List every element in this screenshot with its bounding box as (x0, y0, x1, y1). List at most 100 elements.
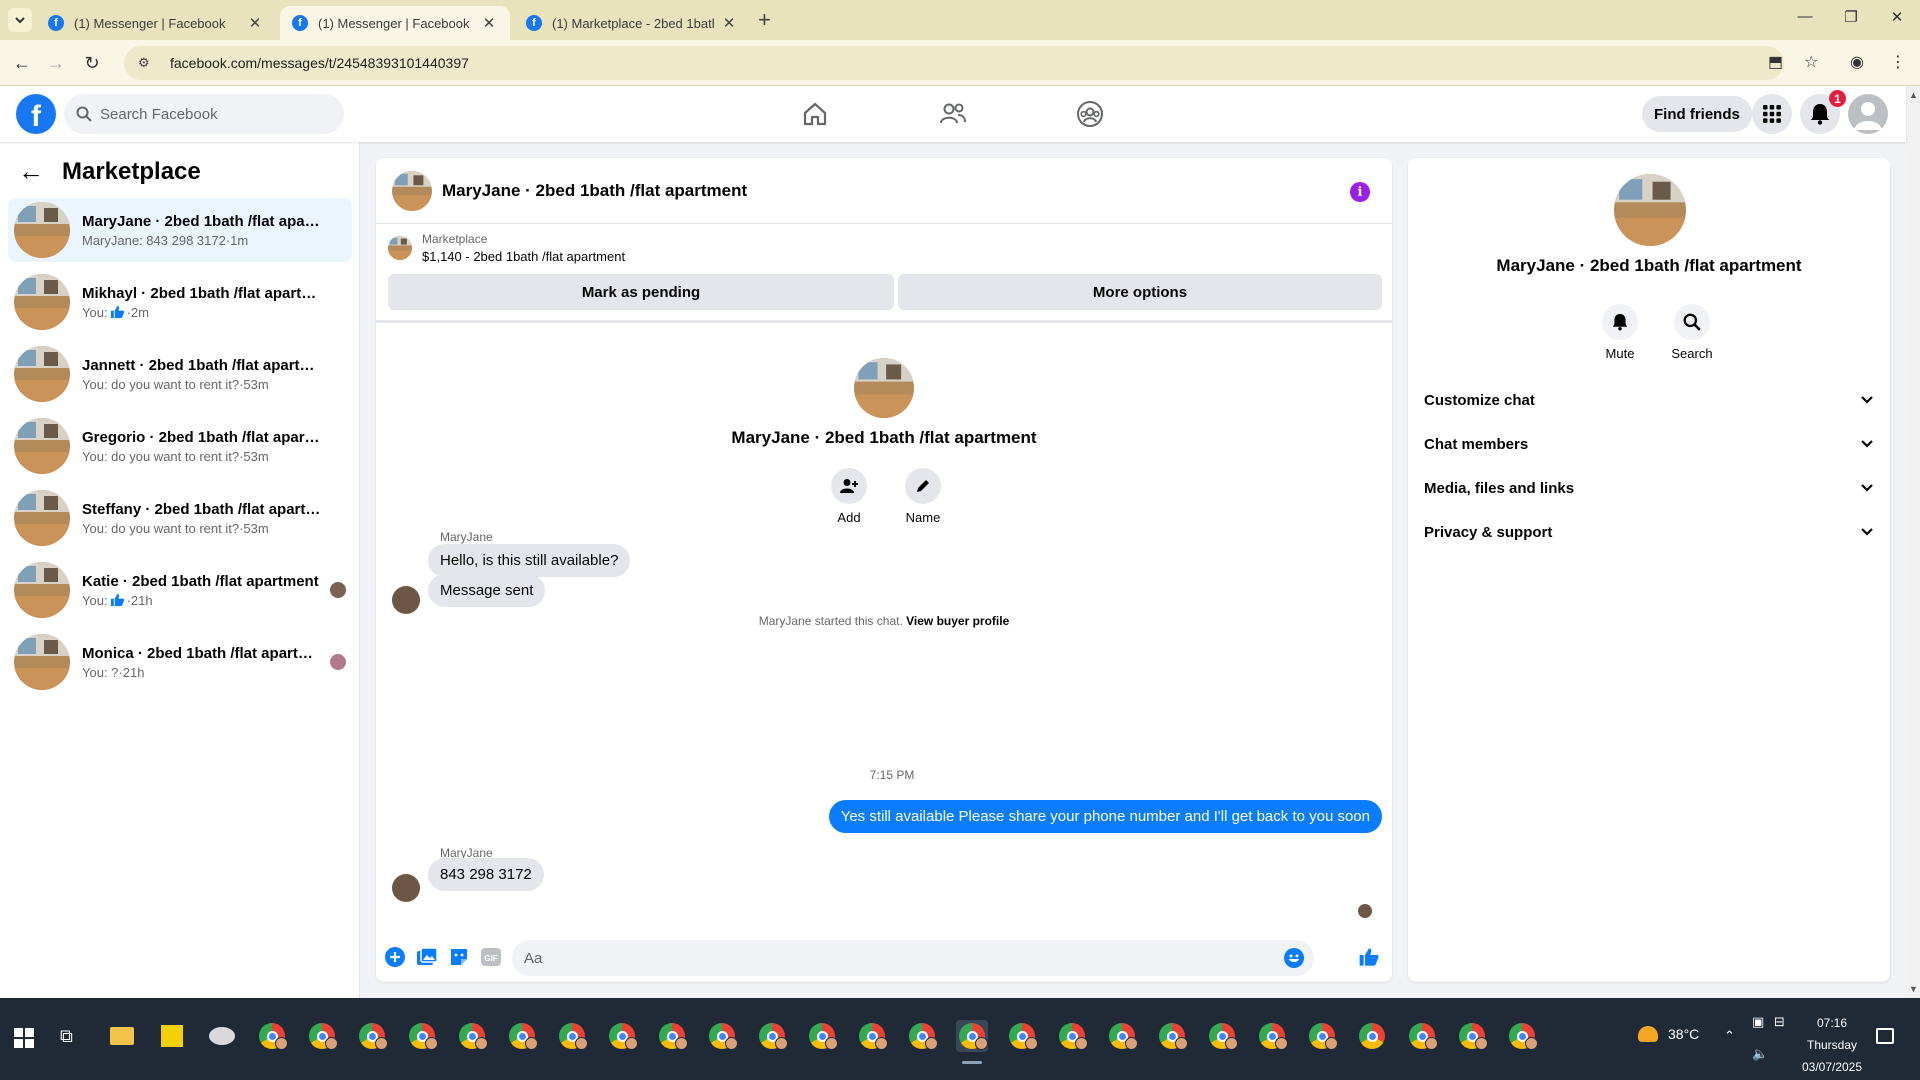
account-avatar[interactable] (1848, 94, 1888, 134)
name-chat-button[interactable]: Name (904, 468, 942, 525)
incoming-message[interactable]: Message sent (428, 574, 546, 607)
profile-icon[interactable]: ◉ (1850, 52, 1864, 72)
chrome-profile-icon[interactable] (1406, 1020, 1438, 1052)
chrome-profile-icon[interactable] (1506, 1020, 1538, 1052)
send-like-button[interactable] (1358, 946, 1380, 968)
file-explorer-icon[interactable] (106, 1020, 138, 1052)
groups-nav-button[interactable] (1070, 94, 1110, 134)
message-input-wrapper[interactable] (512, 940, 1314, 976)
add-people-button[interactable]: Add (830, 468, 868, 525)
reload-button[interactable]: ↻ (78, 49, 106, 77)
sender-avatar[interactable] (392, 586, 420, 614)
chrome-profile-icon[interactable] (256, 1020, 288, 1052)
incoming-message[interactable]: 843 298 3172 (428, 858, 544, 891)
chrome-profile-icon[interactable] (906, 1020, 938, 1052)
notification-center-icon[interactable] (1876, 1028, 1894, 1044)
menu-button[interactable] (1752, 94, 1792, 134)
close-tab-icon[interactable]: ✕ (480, 14, 498, 32)
back-arrow-icon[interactable]: ← (18, 156, 44, 187)
browser-tab-3[interactable]: f (1) Marketplace - 2bed 1bath /f ✕ (514, 6, 750, 40)
chrome-profile-icon[interactable] (1256, 1020, 1288, 1052)
chrome-profile-icon[interactable] (706, 1020, 738, 1052)
chrome-profile-icon[interactable] (1306, 1020, 1338, 1052)
back-button[interactable]: ← (8, 49, 36, 77)
volume-icon[interactable]: 🔈 (1752, 1046, 1768, 1062)
outgoing-message[interactable]: Yes still available Please share your ph… (828, 800, 1382, 833)
weather-widget[interactable]: 38°C (1638, 1026, 1699, 1042)
chrome-profile-icon-active[interactable] (956, 1020, 988, 1064)
find-friends-button[interactable]: Find friends (1642, 96, 1752, 132)
minimize-button[interactable]: — (1782, 8, 1828, 25)
facebook-search[interactable] (64, 94, 344, 134)
message-input[interactable] (524, 949, 1264, 967)
forward-button[interactable]: → (42, 49, 70, 77)
gif-button[interactable]: GIF (480, 946, 502, 968)
chrome-profile-icon[interactable] (806, 1020, 838, 1052)
emoji-icon[interactable] (1284, 948, 1304, 968)
system-clock[interactable]: 07:16 Thursday 03/07/2025 (1796, 1012, 1868, 1078)
view-buyer-profile-link[interactable]: View buyer profile (906, 614, 1009, 628)
more-actions-button[interactable] (384, 946, 406, 968)
more-options-button[interactable]: More options (898, 274, 1382, 310)
chrome-profile-icon[interactable] (1156, 1020, 1188, 1052)
search-input[interactable] (100, 105, 320, 123)
start-button[interactable] (14, 1028, 34, 1048)
conversation-item[interactable]: Gregorio · 2bed 1bath /flat apartment Yo… (8, 414, 352, 478)
app-icon[interactable] (206, 1020, 238, 1052)
attach-photo-button[interactable] (416, 946, 438, 968)
new-tab-button[interactable]: + (758, 7, 771, 33)
chrome-profile-icon[interactable] (656, 1020, 688, 1052)
tab-search-button[interactable] (8, 8, 32, 32)
mute-button[interactable]: Mute (1590, 304, 1650, 361)
listing-summary[interactable]: Marketplace $1,140 - 2bed 1bath /flat ap… (388, 232, 625, 264)
chrome-profile-icon[interactable] (406, 1020, 438, 1052)
show-hidden-icons-chevron-icon[interactable]: ⌃ (1724, 1028, 1735, 1044)
conversation-item[interactable]: Mikhayl · 2bed 1bath /flat apartment You… (8, 270, 352, 334)
media-files-links-section[interactable]: Media, files and links (1424, 466, 1874, 510)
install-app-icon[interactable]: ⬒ (1768, 52, 1783, 72)
chrome-profile-icon[interactable] (756, 1020, 788, 1052)
customize-chat-section[interactable]: Customize chat (1424, 378, 1874, 422)
sticker-button[interactable] (448, 946, 470, 968)
chrome-profile-icon[interactable] (606, 1020, 638, 1052)
chat-members-section[interactable]: Chat members (1424, 422, 1874, 466)
search-in-chat-button[interactable]: Search (1662, 304, 1722, 361)
browser-tab-1[interactable]: f (1) Messenger | Facebook ✕ (36, 6, 276, 40)
scroll-down-arrow-icon[interactable]: ▼ (1909, 984, 1918, 994)
chrome-profile-icon[interactable] (356, 1020, 388, 1052)
task-view-icon[interactable]: ⧉ (60, 1026, 84, 1050)
address-bar[interactable]: ⚙ facebook.com/messages/t/24548393101440… (124, 46, 1784, 80)
site-info-icon[interactable]: ⚙ (138, 55, 156, 71)
sticky-notes-icon[interactable] (156, 1020, 188, 1052)
facebook-logo[interactable]: f (16, 94, 56, 134)
mark-as-pending-button[interactable]: Mark as pending (388, 274, 894, 310)
chrome-profile-icon[interactable] (1006, 1020, 1038, 1052)
meet-now-icon[interactable]: ▣ (1752, 1014, 1764, 1030)
chrome-profile-icon[interactable] (1206, 1020, 1238, 1052)
chrome-profile-icon[interactable] (1456, 1020, 1488, 1052)
sender-avatar[interactable] (392, 874, 420, 902)
close-tab-icon[interactable]: ✕ (720, 14, 738, 32)
chrome-profile-icon[interactable] (556, 1020, 588, 1052)
friends-nav-button[interactable] (933, 94, 973, 134)
restore-button[interactable]: ❐ (1828, 8, 1874, 26)
chat-thumbnail[interactable] (392, 170, 432, 211)
conversation-item[interactable]: Katie · 2bed 1bath /flat apartment You: ·… (8, 558, 352, 622)
conversation-item[interactable]: Jannett · 2bed 1bath /flat apartment You… (8, 342, 352, 406)
scroll-up-arrow-icon[interactable]: ▲ (1909, 90, 1918, 100)
privacy-support-section[interactable]: Privacy & support (1424, 510, 1874, 554)
chrome-profile-icon[interactable] (1056, 1020, 1088, 1052)
incoming-message[interactable]: Hello, is this still available? (428, 544, 631, 577)
conversation-item[interactable]: MaryJane · 2bed 1bath /flat apartment Ma… (8, 198, 352, 262)
browser-tab-2[interactable]: f (1) Messenger | Facebook ✕ (280, 6, 510, 40)
chrome-profile-icon[interactable] (456, 1020, 488, 1052)
chrome-icon[interactable] (1356, 1020, 1388, 1052)
page-scrollbar[interactable]: ▲ ▼ (1906, 86, 1920, 998)
network-icon[interactable]: ⊟ (1774, 1014, 1785, 1030)
chrome-profile-icon[interactable] (856, 1020, 888, 1052)
home-nav-button[interactable] (795, 94, 835, 134)
info-icon[interactable]: i (1350, 182, 1370, 202)
chrome-profile-icon[interactable] (506, 1020, 538, 1052)
bookmark-star-icon[interactable]: ☆ (1804, 52, 1818, 72)
chrome-profile-icon[interactable] (1106, 1020, 1138, 1052)
